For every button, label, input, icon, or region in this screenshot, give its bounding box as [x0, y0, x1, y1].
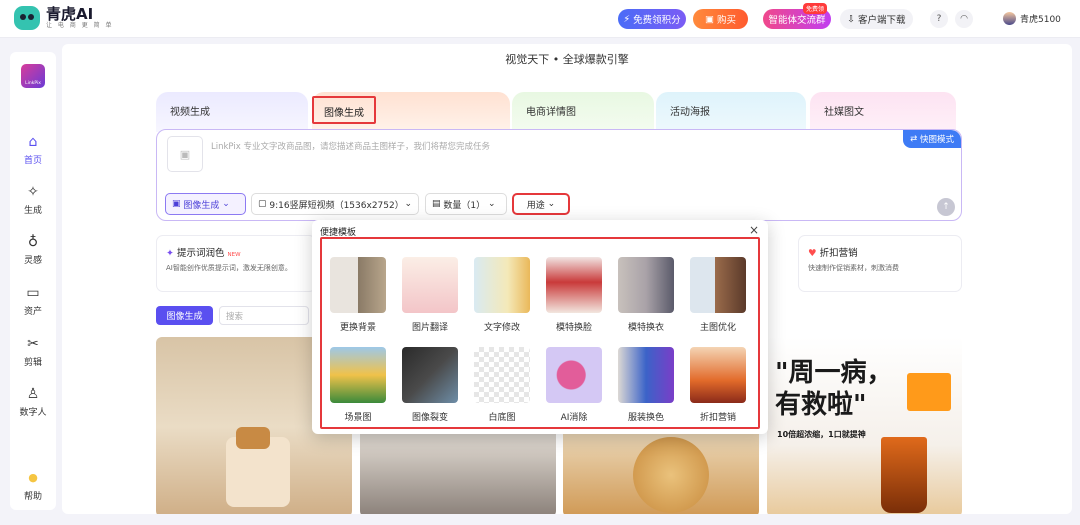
poster-price-tag [907, 373, 951, 411]
template-scene-image[interactable]: 场景图 [329, 347, 387, 423]
send-icon[interactable]: ↑ [937, 198, 955, 216]
coffee-cup-image [881, 437, 927, 513]
free-badge: 免费领 [803, 3, 828, 14]
home-icon: ⌂ [28, 134, 38, 150]
headset-icon[interactable]: ◠ [955, 10, 973, 28]
buy-button[interactable]: ▣ 购买 [693, 9, 748, 29]
ratio-select[interactable]: ▢ 9:16竖屏短视频（1536x2752） ⌄ [251, 193, 419, 215]
gallery-filter-button[interactable]: 图像生成 [156, 306, 213, 325]
tab-ecommerce-detail[interactable]: 电商详情图 [512, 92, 654, 132]
scissors-icon: ✂ [27, 336, 39, 352]
sidebar-item-assets[interactable]: ▭ 资产 [10, 285, 56, 317]
tiger-logo-icon [14, 6, 40, 30]
tab-event-poster[interactable]: 活动海报 [656, 92, 806, 132]
user-menu[interactable]: 青虎5100 [1003, 12, 1061, 25]
prompt-box[interactable]: ▣ LinkPix 专业文字改商品图，请您描述商品主图样子，我们将帮您完成任务 … [156, 129, 962, 221]
gallery-search-input[interactable]: 搜索 [219, 306, 309, 325]
close-icon[interactable]: × [749, 223, 759, 237]
tab-social-media[interactable]: 社媒图文 [810, 92, 956, 132]
user-name: 青虎5100 [1020, 15, 1061, 25]
heart-icon: ♥ [808, 248, 817, 259]
sparkle-icon: ✧ [27, 184, 39, 200]
sidebar-item-help[interactable]: ● 帮助 [10, 470, 56, 502]
usage-select[interactable]: 用途 ⌄ [512, 193, 570, 215]
person-icon: ♙ [26, 386, 40, 402]
client-download-button[interactable]: ⇩ 客户端下载 [840, 9, 913, 29]
tab-image-generation[interactable]: 图像生成 [312, 96, 376, 124]
app-logo[interactable]: 青虎AI 让 电 商 更 简 单 [14, 6, 114, 30]
template-ai-erase[interactable]: AI消除 [545, 347, 603, 423]
lightbulb-help-icon: ● [28, 471, 38, 484]
template-discount-marketing[interactable]: 折扣营销 [689, 347, 747, 423]
sparkle-icon: ✦ [166, 248, 174, 259]
folder-icon: ▭ [26, 285, 40, 301]
app-tagline: 让 电 商 更 简 单 [46, 22, 114, 29]
page-headline: 视觉天下 • 全球爆款引擎 [505, 53, 629, 66]
app-name: 青虎AI [46, 5, 94, 23]
template-model-outfit-swap[interactable]: 模特换衣 [617, 257, 675, 333]
quick-mode-button[interactable]: ⇄ 快图模式 [903, 130, 961, 148]
new-badge: NEW [227, 252, 241, 258]
template-model-face-swap[interactable]: 模特换脸 [545, 257, 603, 333]
tab-video-generation[interactable]: 视频生成 [156, 92, 308, 132]
bread-image [236, 427, 270, 449]
help-circle-icon[interactable]: ? [930, 10, 948, 28]
top-bar: 青虎AI 让 电 商 更 简 单 ⚡ 免费领积分 ▣ 购买 智能体交流群 免费领… [0, 0, 1080, 38]
quick-template-popup: 便捷模板 × 更换背景 图片翻译 文字修改 模特换脸 模特换衣 主图优化 场景图… [312, 220, 768, 434]
lightbulb-icon: ♁ [27, 234, 39, 250]
template-clothing-recolor[interactable]: 服装换色 [617, 347, 675, 423]
linkpix-logo[interactable]: LinkPix [21, 64, 45, 88]
feature-discount-marketing[interactable]: ♥ 折扣营销 快速制作促销素材，刺激消费 [798, 235, 962, 292]
sidebar-item-generate[interactable]: ✧ 生成 [10, 184, 56, 216]
free-points-button[interactable]: ⚡ 免费领积分 [618, 9, 686, 29]
template-main-image-optimize[interactable]: 主图优化 [689, 257, 747, 333]
template-white-background[interactable]: 白底图 [473, 347, 531, 423]
template-text-edit[interactable]: 文字修改 [473, 257, 531, 333]
feature-prompt-polish[interactable]: ✦ 提示词润色 NEW AI智能创作优质提示词，激发无限创意。 [156, 235, 316, 292]
quantity-select[interactable]: ▤ 数量（1） ⌄ [425, 193, 507, 215]
sidebar-item-inspiration[interactable]: ♁ 灵感 [10, 234, 56, 266]
template-image-variation[interactable]: 图像裂变 [401, 347, 459, 423]
template-change-background[interactable]: 更换背景 [329, 257, 387, 333]
sidebar: LinkPix ⌂ 首页 ✧ 生成 ♁ 灵感 ▭ 资产 ✂ 剪辑 ♙ 数字人 ● 帮助 [10, 52, 56, 510]
template-image-translate[interactable]: 图片翻译 [401, 257, 459, 333]
avatar [1003, 12, 1016, 25]
sidebar-item-home[interactable]: ⌂ 首页 [10, 134, 56, 166]
mode-select[interactable]: ▣ 图像生成 ⌄ [165, 193, 246, 215]
gallery-card-coffee-poster[interactable]: "周一病， 有救啦" 10倍超浓缩，1口就提神 [767, 337, 962, 514]
cracker-image [633, 437, 709, 513]
sidebar-item-digital-human[interactable]: ♙ 数字人 [10, 386, 56, 418]
sidebar-item-edit[interactable]: ✂ 剪辑 [10, 336, 56, 368]
prompt-input[interactable]: LinkPix 专业文字改商品图，请您描述商品主图样子，我们将帮您完成任务 [211, 140, 490, 152]
image-upload-icon[interactable]: ▣ [167, 136, 203, 172]
